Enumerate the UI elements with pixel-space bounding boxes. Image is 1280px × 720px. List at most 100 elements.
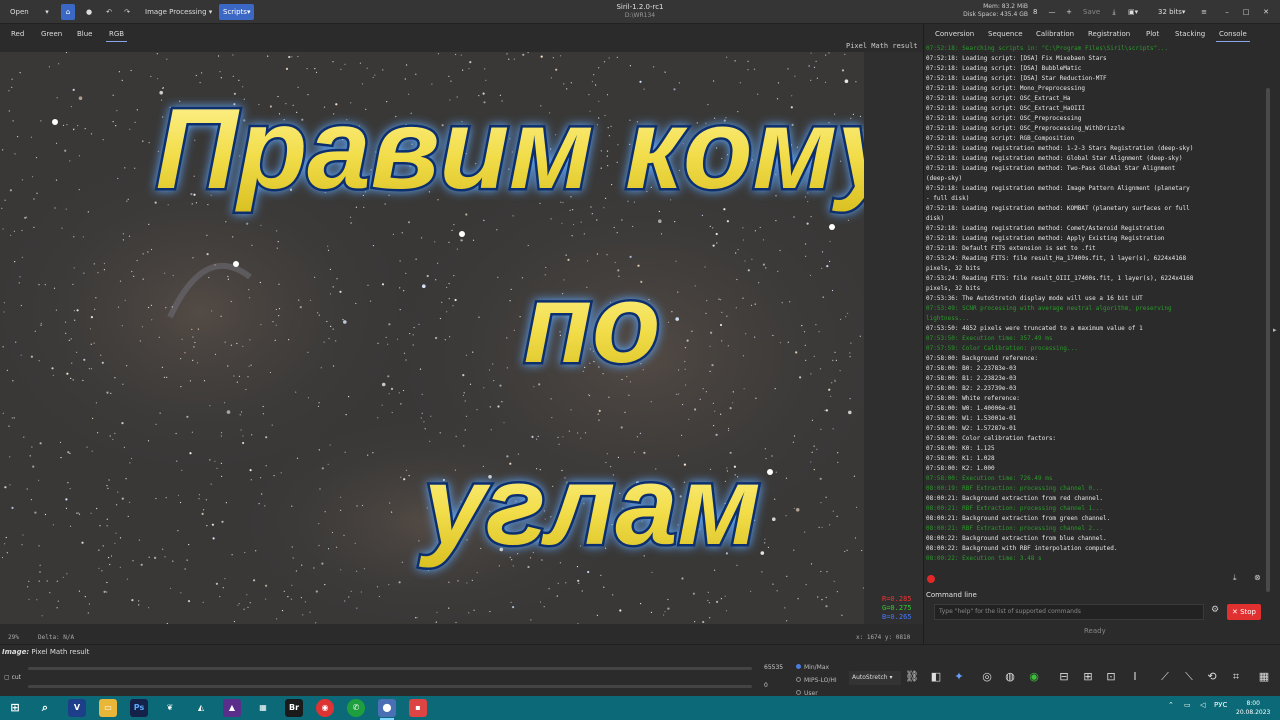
bit-depth-select[interactable]: 32 bits▾	[1154, 4, 1189, 20]
zoom-100-icon[interactable]: Ⅰ	[1127, 669, 1143, 685]
gear-icon[interactable]: ⚙	[1211, 605, 1219, 615]
hi-value[interactable]: 65535	[764, 664, 783, 671]
console-line: 08:00:21: Background extraction from red…	[926, 495, 1104, 502]
stop-button[interactable]: ✕ Stop	[1227, 604, 1261, 620]
tab-registration[interactable]: Registration	[1085, 26, 1133, 42]
home-icon[interactable]: ⌂	[61, 4, 75, 20]
negative-view-icon[interactable]: ◧	[928, 669, 944, 685]
crop-icon[interactable]: ⌗	[1228, 669, 1244, 685]
stop-circle-icon[interactable]: ●	[82, 4, 96, 20]
open-button[interactable]: Open	[6, 4, 33, 20]
overlay-title-line2: по	[524, 261, 661, 386]
recent-dropdown-icon[interactable]: ▾	[40, 4, 54, 20]
mirror-icon[interactable]: ⟍	[1181, 669, 1197, 685]
network-icon[interactable]: ▭	[1184, 701, 1191, 709]
color-fx-icon[interactable]: ✦	[951, 669, 967, 685]
cut-checkbox[interactable]: ▢ cut	[4, 674, 21, 681]
flip-icon[interactable]: ⟋	[1157, 669, 1173, 685]
star	[246, 222, 249, 225]
search-icon[interactable]: ⌕	[36, 699, 54, 717]
tab-green[interactable]: Green	[38, 26, 65, 42]
window-maximize-icon[interactable]: □	[1239, 4, 1253, 20]
image-processing-menu[interactable]: Image Processing ▾	[141, 4, 216, 20]
star	[142, 253, 144, 255]
star	[13, 230, 15, 232]
tab-conversion[interactable]: Conversion	[932, 26, 977, 42]
file-explorer-icon[interactable]: ▭	[99, 699, 117, 717]
globe-icon[interactable]: ◍	[1002, 669, 1018, 685]
star	[181, 469, 183, 471]
hamburger-menu-icon[interactable]: ≡	[1197, 4, 1211, 20]
app-stack-icon[interactable]: ◭	[192, 699, 210, 717]
start-windows-icon[interactable]: ⊞	[6, 699, 24, 717]
save-log-icon[interactable]: ⤓	[1233, 573, 1237, 583]
zoom-in-icon[interactable]: ⊞	[1080, 669, 1096, 685]
grid-icon[interactable]: ▦	[1256, 669, 1272, 685]
window-minimize-icon[interactable]: –	[1220, 4, 1234, 20]
photoshop-icon[interactable]: Ps	[130, 699, 148, 717]
clock[interactable]: 8:00 20.08.2023	[1236, 699, 1270, 717]
download-icon[interactable]: ⤓	[1107, 4, 1121, 20]
scripts-menu[interactable]: Scripts▾	[219, 4, 255, 20]
tray-chevron-icon[interactable]: ⌃	[1168, 701, 1174, 709]
zoom-fit-icon[interactable]: ⊡	[1103, 669, 1119, 685]
whatsapp-icon[interactable]: ✆	[347, 699, 365, 717]
tab-plot[interactable]: Plot	[1143, 26, 1162, 42]
chrome-icon[interactable]: ◉	[316, 699, 334, 717]
display-mode-select[interactable]: AutoStretch ▾	[849, 671, 901, 685]
tab-console[interactable]: Console	[1216, 26, 1250, 42]
clear-log-icon[interactable]: ⊗	[1254, 573, 1261, 582]
zoom-out-icon[interactable]: ⊟	[1056, 669, 1072, 685]
star	[820, 502, 822, 504]
window-close-icon[interactable]: ✕	[1259, 4, 1273, 20]
tab-calibration[interactable]: Calibration	[1033, 26, 1077, 42]
star	[205, 499, 207, 501]
mode-minmax[interactable]: Min/Max	[796, 661, 837, 674]
mode-mips[interactable]: MIPS-LO/HI	[796, 674, 837, 687]
undo-icon[interactable]: ↶	[102, 4, 116, 20]
stars-icon[interactable]: ◉	[1026, 669, 1042, 685]
image-name-label: Pixel Math result	[846, 42, 918, 50]
starfield-image[interactable]: Правим кому по углам	[0, 52, 864, 624]
app-purple-icon[interactable]: ▲	[223, 699, 241, 717]
snapshot-icon[interactable]: ▣▾	[1124, 4, 1142, 20]
calculator-icon[interactable]: ▦	[254, 699, 272, 717]
minimize-panel-icon[interactable]: —	[1045, 4, 1059, 20]
rotate-icon[interactable]: ⟲	[1204, 669, 1220, 685]
console-log[interactable]: 07:52:18: Searching scripts in: "C:\Prog…	[926, 44, 1268, 592]
console-scrollbar[interactable]	[1266, 88, 1270, 592]
image-viewport[interactable]: Правим кому по углам	[0, 52, 864, 624]
hi-slider[interactable]	[28, 667, 752, 670]
command-input[interactable]: Type "help" for the list of supported co…	[934, 604, 1204, 620]
tab-rgb[interactable]: RGB	[106, 26, 128, 42]
lo-value[interactable]: 0	[764, 682, 768, 689]
siril-icon[interactable]: ⬤	[378, 699, 396, 717]
bridge-icon[interactable]: Br	[285, 699, 303, 717]
star	[785, 477, 788, 479]
volume-icon[interactable]: ◁	[1200, 701, 1205, 709]
star	[112, 121, 114, 123]
tab-sequence[interactable]: Sequence	[985, 26, 1026, 42]
tab-blue[interactable]: Blue	[74, 26, 96, 42]
save-button[interactable]: Save	[1079, 4, 1104, 20]
star	[40, 322, 42, 324]
lo-slider[interactable]	[28, 685, 752, 688]
redo-icon[interactable]: ↷	[120, 4, 134, 20]
record-icon[interactable]	[927, 575, 935, 583]
tab-red[interactable]: Red	[8, 26, 27, 42]
tab-stacking[interactable]: Stacking	[1172, 26, 1208, 42]
star	[448, 282, 450, 285]
star	[715, 433, 718, 436]
plus-icon[interactable]: +	[1062, 4, 1076, 20]
app-v-icon[interactable]: V	[68, 699, 86, 717]
app-red-icon[interactable]: ▪	[409, 699, 427, 717]
app-leaf-icon[interactable]: ❦	[161, 699, 179, 717]
annotate-icon[interactable]: ◎	[979, 669, 995, 685]
language-indicator[interactable]: РУС	[1214, 701, 1227, 709]
star	[664, 611, 666, 613]
star	[824, 81, 827, 83]
star	[355, 302, 357, 305]
link-icon[interactable]: ⛓	[904, 669, 920, 685]
star	[565, 254, 567, 256]
panel-collapse-icon[interactable]: ▸	[1273, 326, 1277, 334]
